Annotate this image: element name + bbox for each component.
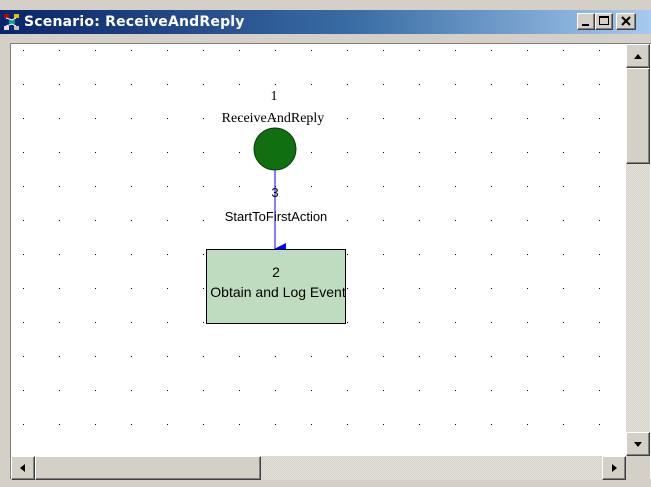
scroll-right-button[interactable] — [602, 456, 626, 480]
vertical-scroll-thumb[interactable] — [626, 68, 650, 164]
close-button[interactable] — [616, 13, 636, 30]
vertical-scrollbar[interactable] — [626, 44, 650, 456]
scroll-up-button[interactable] — [626, 44, 650, 68]
horizontal-scroll-thumb[interactable] — [35, 456, 261, 480]
scrollbar-corner — [626, 456, 650, 480]
maximize-icon — [599, 16, 609, 25]
minimize-button[interactable] — [577, 13, 595, 30]
arrow-left-icon — [20, 464, 25, 472]
scenario-window: Scenario: ReceiveAndReply 1 ReceiveAndRe… — [0, 0, 651, 487]
close-icon — [621, 16, 631, 26]
action-node-label: Obtain and Log Event — [210, 284, 346, 300]
start-node-label: ReceiveAndReply — [222, 111, 325, 126]
diagram-canvas[interactable]: 1 ReceiveAndReply 3 StartToFirstAction 2… — [11, 44, 626, 456]
arrow-down-icon — [634, 442, 642, 447]
horizontal-scrollbar[interactable] — [11, 456, 626, 480]
start-node-number: 1 — [271, 89, 278, 104]
scenario-icon[interactable] — [4, 14, 20, 30]
action-node[interactable]: 2 Obtain and Log Event — [206, 249, 346, 324]
scroll-down-button[interactable] — [626, 432, 650, 456]
scroll-left-button[interactable] — [11, 456, 35, 480]
transition-number: 3 — [271, 185, 278, 200]
minimize-icon — [582, 24, 589, 26]
transition-label: StartToFirstAction — [225, 209, 328, 224]
maximize-button[interactable] — [595, 13, 613, 30]
arrow-right-icon — [612, 464, 617, 472]
title-bar[interactable]: Scenario: ReceiveAndReply — [0, 10, 651, 34]
window-title: Scenario: ReceiveAndReply — [24, 14, 245, 30]
diagram-svg: 1 ReceiveAndReply 3 StartToFirstAction 2… — [11, 44, 626, 456]
start-node-circle[interactable] — [253, 127, 297, 171]
diagram-client-area: 1 ReceiveAndReply 3 StartToFirstAction 2… — [10, 43, 651, 480]
action-node-number: 2 — [272, 264, 280, 280]
arrow-up-icon — [634, 54, 642, 59]
